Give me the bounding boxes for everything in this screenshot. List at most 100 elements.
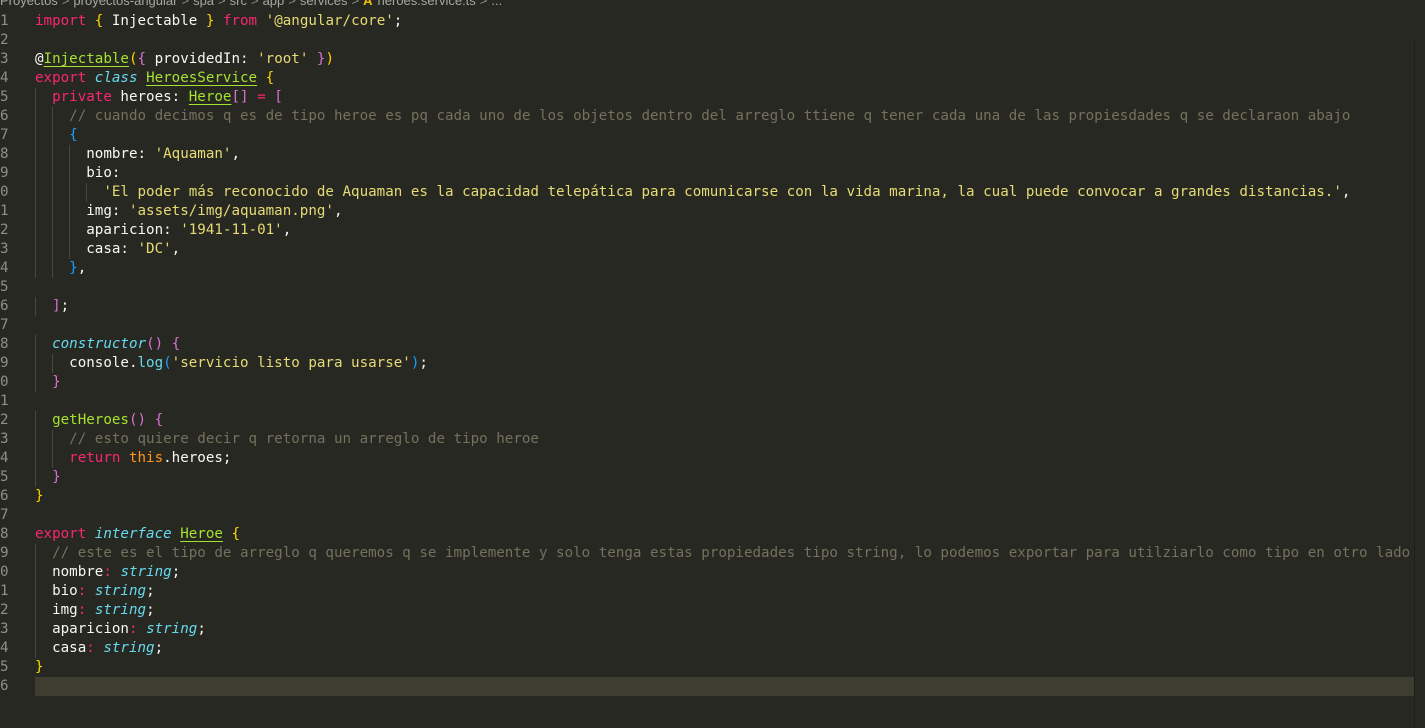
code-content[interactable]: } — [35, 487, 1415, 506]
bracket-token: { — [69, 127, 78, 143]
code-content[interactable]: ]; — [35, 297, 1415, 316]
operator-token: : — [77, 583, 87, 599]
comment-token: // cuando decimos q es de tipo heroe es … — [69, 108, 1351, 124]
code-line: 4 }, — [0, 259, 1425, 278]
text-token: ; — [146, 602, 155, 618]
code-content[interactable]: casa: 'DC', — [35, 240, 1415, 259]
text-token: img: — [35, 203, 129, 219]
code-content[interactable]: nombre: 'Aquaman', — [35, 145, 1415, 164]
keyword-token: private — [52, 89, 112, 105]
text-token: Injectable — [103, 13, 206, 29]
line-number: 2 — [0, 412, 9, 428]
code-content[interactable]: // esto quiere decir q retorna un arregl… — [35, 430, 1415, 449]
line-number: 3 — [0, 241, 9, 257]
operator-token: : — [103, 564, 112, 580]
type-keyword-token: constructor — [52, 336, 147, 352]
keyword-token: return — [69, 450, 121, 466]
bracket-token: ( — [128, 51, 138, 67]
code-content[interactable]: 'El poder más reconocido de Aquaman es l… — [35, 183, 1415, 202]
code-content[interactable]: console.log('servicio listo para usarse'… — [35, 354, 1415, 373]
breadcrumb-item[interactable]: ... — [491, 0, 502, 8]
bracket-token: { — [154, 412, 164, 428]
keyword-token: from — [222, 13, 258, 29]
operator-token: : — [86, 640, 95, 656]
bracket-token: { — [137, 51, 147, 67]
code-content[interactable] — [35, 677, 1415, 696]
type-keyword-token: string — [146, 621, 198, 637]
code-editor[interactable]: 1 import { Injectable } from '@angular/co… — [0, 12, 1425, 728]
code-content[interactable]: export class HeroesService { — [35, 69, 1415, 88]
chevron-right-icon: > — [479, 0, 488, 8]
vertical-scrollbar[interactable] — [1414, 40, 1415, 728]
code-line: 1 — [0, 392, 1425, 411]
line-number: 7 — [0, 127, 9, 143]
code-content[interactable]: // cuando decimos q es de tipo heroe es … — [35, 107, 1415, 126]
code-line: 2 img: string; — [0, 601, 1425, 620]
code-content[interactable]: { — [35, 126, 1415, 145]
text-token: , — [231, 146, 241, 162]
type-keyword-token: class — [94, 70, 138, 86]
code-content[interactable]: bio: — [35, 164, 1415, 183]
line-number: 7 — [0, 507, 9, 523]
code-content[interactable]: export interface Heroe { — [35, 525, 1415, 544]
operator-token: : — [128, 621, 138, 637]
code-content[interactable]: img: 'assets/img/aquaman.png', — [35, 202, 1415, 221]
breadcrumb-item[interactable]: app — [263, 0, 285, 8]
text-token: heroes: — [111, 89, 189, 105]
code-content[interactable]: // este es el tipo de arreglo q queremos… — [35, 544, 1415, 563]
comment-token: // esto quiere decir q retorna un arregl… — [69, 431, 539, 447]
breadcrumb-item[interactable]: proyectos-angular — [73, 0, 177, 8]
text-token: , — [171, 241, 181, 257]
text-token: , — [1341, 184, 1351, 200]
line-number: 8 — [0, 526, 9, 542]
breadcrumb-item[interactable]: src — [230, 0, 247, 8]
code-content[interactable]: casa: string; — [35, 639, 1415, 658]
code-content[interactable]: private heroes: Heroe[] = [ — [35, 88, 1415, 107]
breadcrumb-item[interactable]: heroes.service.ts — [378, 0, 476, 8]
line-number: 1 — [0, 583, 9, 599]
string-token: 'servicio listo para usarse' — [171, 355, 411, 371]
string-token: 'Aquaman' — [154, 146, 232, 162]
type-keyword-token: interface — [94, 526, 172, 542]
code-line: 1 bio: string; — [0, 582, 1425, 601]
code-content[interactable]: } — [35, 373, 1415, 392]
code-line: 5 private heroes: Heroe[] = [ — [0, 88, 1425, 107]
code-content[interactable]: img: string; — [35, 601, 1415, 620]
this-keyword-token: this — [128, 450, 164, 466]
line-number: 9 — [0, 355, 9, 371]
code-content[interactable]: aparicion: '1941-11-01', — [35, 221, 1415, 240]
bracket-token: } — [69, 260, 78, 276]
code-content[interactable]: } — [35, 658, 1415, 677]
class-name-token: Injectable — [43, 51, 129, 67]
code-content[interactable]: nombre: string; — [35, 563, 1415, 582]
code-content[interactable]: getHeroes() { — [35, 411, 1415, 430]
breadcrumb-item[interactable]: spa — [193, 0, 214, 8]
text-token: console. — [35, 355, 138, 371]
code-content[interactable]: return this.heroes; — [35, 449, 1415, 468]
code-line: 0 nombre: string; — [0, 563, 1425, 582]
code-content[interactable]: @Injectable({ providedIn: 'root' }) — [35, 50, 1415, 69]
code-content[interactable]: }, — [35, 259, 1415, 278]
breadcrumb-item[interactable]: services — [300, 0, 348, 8]
line-number: 9 — [0, 545, 9, 561]
code-content[interactable]: aparicion: string; — [35, 620, 1415, 639]
bracket-token: } — [35, 488, 44, 504]
line-number: 7 — [0, 317, 9, 333]
code-content[interactable]: bio: string; — [35, 582, 1415, 601]
code-content[interactable]: constructor() { — [35, 335, 1415, 354]
line-number: 5 — [0, 469, 9, 485]
code-content[interactable]: import { Injectable } from '@angular/cor… — [35, 12, 1415, 31]
code-line: 1 import { Injectable } from '@angular/co… — [0, 12, 1425, 31]
comment-token: // este es el tipo de arreglo q queremos… — [52, 545, 1411, 561]
bracket-token: ] — [52, 298, 61, 314]
code-content[interactable]: } — [35, 468, 1415, 487]
breadcrumb-item[interactable]: Proyectos — [0, 0, 58, 8]
code-line: 5} — [0, 658, 1425, 677]
